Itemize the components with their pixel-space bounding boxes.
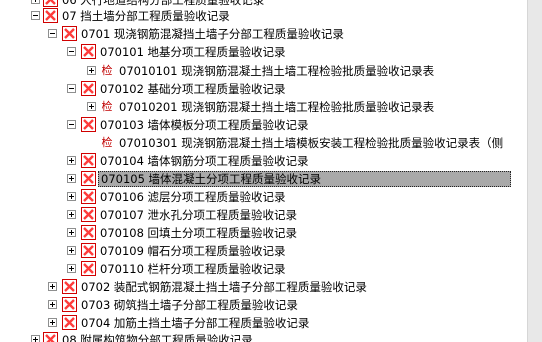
- failed-status-icon: [81, 44, 96, 59]
- expand-toggle[interactable]: [48, 300, 57, 309]
- failed-status-icon: [43, 8, 58, 23]
- failed-status-icon: [81, 153, 96, 168]
- failed-status-icon: [43, 0, 58, 7]
- failed-status-icon: [62, 297, 77, 312]
- tree-node[interactable]: 0701 现浇钢筋混凝挡土墙子分部工程质量验收记录: [0, 25, 527, 43]
- inspection-icon: 检: [101, 100, 113, 113]
- expand-toggle[interactable]: [87, 66, 96, 75]
- failed-status-icon: [81, 225, 96, 240]
- expand-toggle[interactable]: [48, 318, 57, 327]
- tree-node-label[interactable]: 070104 墙体钢筋分项工程质量验收记录: [98, 153, 311, 169]
- tree-node-label[interactable]: 070101 地基分项工程质量验收记录: [98, 44, 288, 60]
- failed-status-icon: [62, 315, 77, 330]
- tree-node-label[interactable]: 070109 帽石分项工程质量验收记录: [98, 243, 288, 259]
- tree-node[interactable]: 070104 墙体钢筋分项工程质量验收记录: [0, 152, 527, 170]
- tree-node[interactable]: 0704 加筋土挡土墙子分部工程质量验收记录: [0, 314, 527, 332]
- expand-toggle[interactable]: [67, 174, 76, 183]
- tree-node[interactable]: 070106 滤层分项工程质量验收记录: [0, 188, 527, 206]
- tree-node-label[interactable]: 070110 栏杆分项工程质量验收记录: [98, 261, 288, 277]
- tree-node-label[interactable]: 0704 加筋土挡土墙子分部工程质量验收记录: [79, 315, 311, 331]
- tree-node-label[interactable]: 070102 基础分项工程质量验收记录: [98, 81, 288, 97]
- tree-node-label[interactable]: 0702 装配式钢筋混凝土挡土墙子分部工程质量验收记录: [79, 279, 369, 295]
- failed-status-icon: [81, 117, 96, 132]
- tree-node-label[interactable]: 07 挡土墙分部工程质量验收记录: [60, 8, 232, 24]
- tree-node-label[interactable]: 07010301 现浇钢筋混凝土挡土墙模板安装工程检验批质量验收记录表（侧: [117, 135, 505, 151]
- inspection-icon: 检: [101, 64, 113, 77]
- tree-node[interactable]: 检 07010301 现浇钢筋混凝土挡土墙模板安装工程检验批质量验收记录表（侧: [0, 134, 527, 152]
- failed-status-icon: [81, 171, 96, 186]
- tree-node[interactable]: 检 07010101 现浇钢筋混凝土挡土墙工程检验批质量验收记录表: [0, 62, 527, 80]
- collapse-toggle[interactable]: [67, 120, 76, 129]
- tree-node[interactable]: 检 07010201 现浇钢筋混凝土挡土墙工程检验批质量验收记录表: [0, 98, 527, 116]
- expand-toggle[interactable]: [48, 282, 57, 291]
- project-tree: 06 人行地道结构分部工程质量验收记录 07 挡土墙分部工程质量验收记录 070…: [0, 0, 527, 342]
- expand-toggle[interactable]: [67, 210, 76, 219]
- collapse-toggle[interactable]: [67, 84, 76, 93]
- failed-status-icon: [81, 81, 96, 96]
- tree-node[interactable]: 070109 帽石分项工程质量验收记录: [0, 242, 527, 260]
- expand-toggle[interactable]: [67, 228, 76, 237]
- expand-toggle[interactable]: [87, 102, 96, 111]
- tree-node[interactable]: 0703 砌筑挡土墙子分部工程质量验收记录: [0, 296, 527, 314]
- tree-node-label[interactable]: 070106 滤层分项工程质量验收记录: [98, 189, 288, 205]
- tree-node-label[interactable]: 07010101 现浇钢筋混凝土挡土墙工程检验批质量验收记录表: [117, 63, 436, 79]
- failed-status-icon: [62, 279, 77, 294]
- tree-node-selected[interactable]: 070105 墙体混凝土分项工程质量验收记录: [0, 170, 527, 188]
- tree-node[interactable]: 070107 泄水孔分项工程质量验收记录: [0, 206, 527, 224]
- failed-status-icon: [81, 243, 96, 258]
- expand-toggle[interactable]: [67, 192, 76, 201]
- tree-node[interactable]: 08 附属构筑物分部工程质量验收记录: [0, 331, 527, 342]
- tree-node-label[interactable]: 070107 泄水孔分项工程质量验收记录: [98, 207, 299, 223]
- tree-node[interactable]: 070101 地基分项工程质量验收记录: [0, 43, 527, 61]
- failed-status-icon: [43, 332, 58, 342]
- tree-node-label[interactable]: 070105 墙体混凝土分项工程质量验收记录: [98, 171, 511, 187]
- expand-toggle[interactable]: [67, 156, 76, 165]
- tree-node[interactable]: 0702 装配式钢筋混凝土挡土墙子分部工程质量验收记录: [0, 278, 527, 296]
- expand-toggle[interactable]: [31, 0, 40, 4]
- collapse-toggle[interactable]: [48, 29, 57, 38]
- tree-node[interactable]: 07 挡土墙分部工程质量验收记录: [0, 7, 527, 25]
- tree-node-label[interactable]: 0701 现浇钢筋混凝挡土墙子分部工程质量验收记录: [79, 26, 346, 42]
- collapse-toggle[interactable]: [31, 11, 40, 20]
- expand-toggle[interactable]: [31, 335, 40, 342]
- tree-node[interactable]: 070102 基础分项工程质量验收记录: [0, 80, 527, 98]
- failed-status-icon: [81, 189, 96, 204]
- inspection-icon: 检: [101, 136, 113, 149]
- expand-toggle[interactable]: [67, 264, 76, 273]
- failed-status-icon: [81, 261, 96, 276]
- vertical-scrollbar[interactable]: [527, 0, 542, 342]
- tree-node-label[interactable]: 070103 墙体模板分项工程质量验收记录: [98, 117, 311, 133]
- tree-node-label[interactable]: 070108 回填土分项工程质量验收记录: [98, 225, 299, 241]
- tree-node-label[interactable]: 07010201 现浇钢筋混凝土挡土墙工程检验批质量验收记录表: [117, 99, 436, 115]
- tree-node[interactable]: 070103 墙体模板分项工程质量验收记录: [0, 116, 527, 134]
- collapse-toggle[interactable]: [67, 47, 76, 56]
- tree-node[interactable]: 070108 回填土分项工程质量验收记录: [0, 224, 527, 242]
- expand-toggle[interactable]: [67, 246, 76, 255]
- failed-status-icon: [81, 207, 96, 222]
- tree-node-label[interactable]: 08 附属构筑物分部工程质量验收记录: [60, 332, 255, 342]
- tree-node-label[interactable]: 0703 砌筑挡土墙子分部工程质量验收记录: [79, 297, 300, 313]
- tree-node[interactable]: 070110 栏杆分项工程质量验收记录: [0, 260, 527, 278]
- failed-status-icon: [62, 26, 77, 41]
